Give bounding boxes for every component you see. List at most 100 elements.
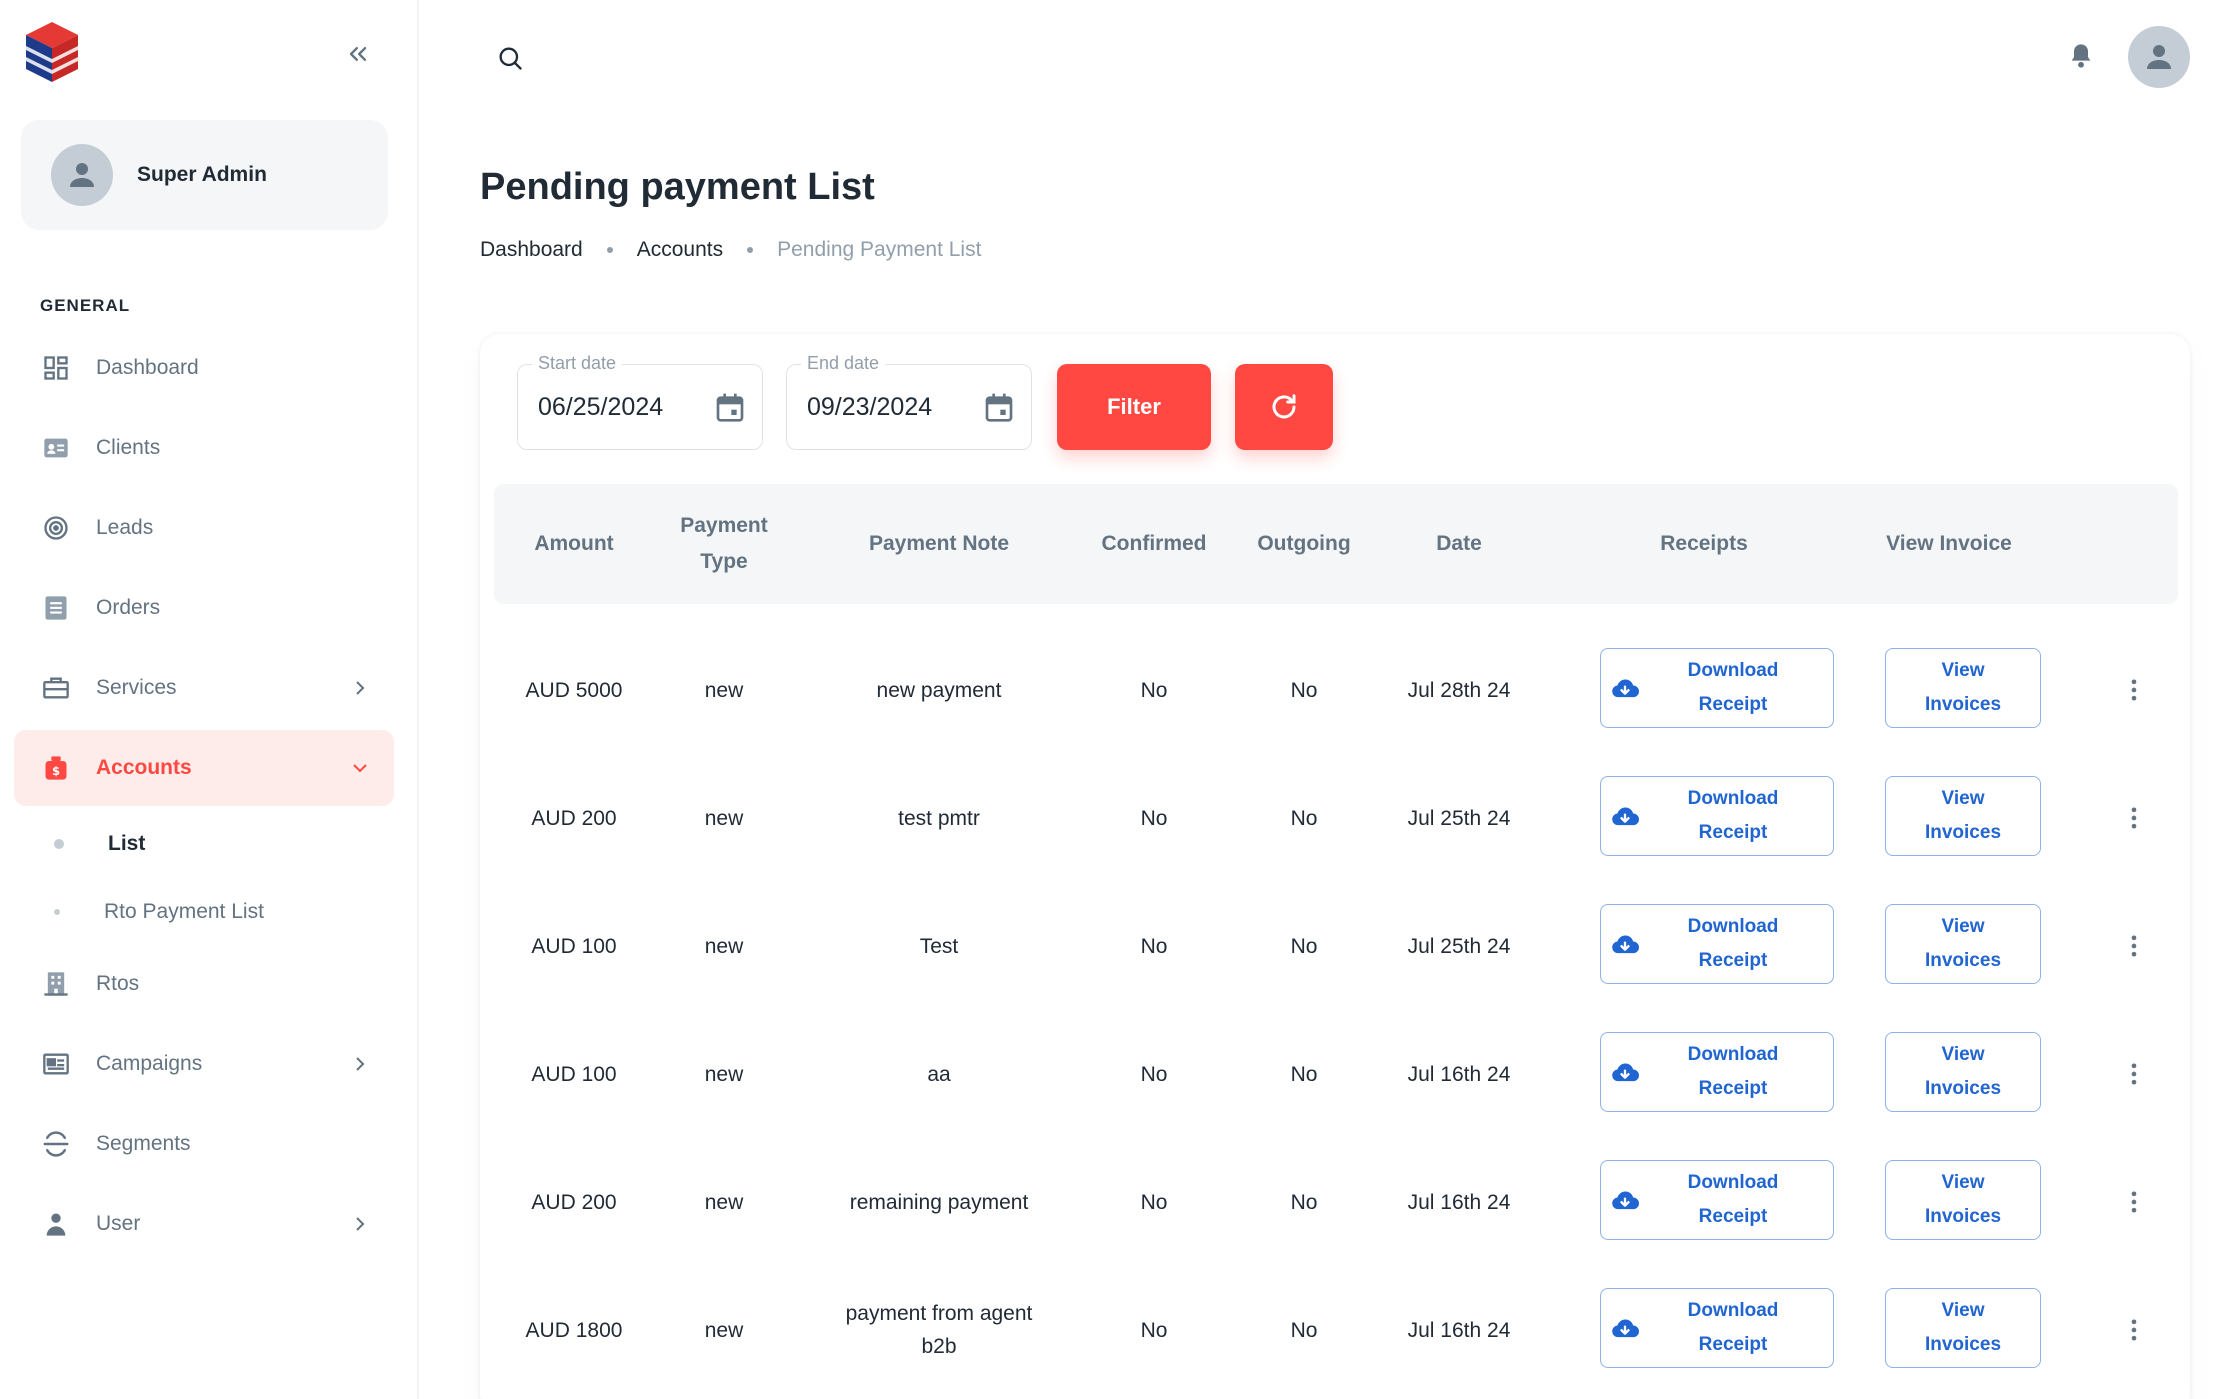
collapse-sidebar-button[interactable] — [340, 36, 376, 72]
row-actions-button[interactable] — [2114, 670, 2154, 710]
cloud-download-icon — [1612, 1319, 1639, 1338]
end-date-label: End date — [801, 353, 886, 374]
download-receipt-label: Download Receipt — [1687, 788, 1779, 843]
column-header-payment-note[interactable]: Payment Note — [804, 484, 1074, 604]
calendar-icon[interactable] — [712, 389, 748, 425]
cell-payment-type: new — [704, 934, 744, 958]
calendar-icon[interactable] — [981, 389, 1017, 425]
table-row: AUD 200 new test pmtr No No Jul 25th 24 Downlo… — [494, 754, 2178, 882]
download-receipt-button[interactable]: Download Receipt — [1600, 648, 1834, 728]
sidebar-subitem-label: Rto Payment List — [104, 900, 264, 923]
list-icon — [40, 592, 72, 624]
building-icon — [40, 968, 72, 1000]
notifications-button[interactable] — [2063, 38, 2099, 74]
start-date-field[interactable]: Start date 06/25/2024 — [517, 353, 763, 450]
money-bag-icon: $ — [40, 752, 72, 784]
account-card[interactable]: Super Admin — [21, 120, 388, 230]
view-invoices-button[interactable]: View Invoices — [1885, 1288, 2041, 1368]
cell-date: Jul 16th 24 — [1407, 1062, 1511, 1086]
start-date-value[interactable]: 06/25/2024 — [538, 393, 663, 422]
download-receipt-button[interactable]: Download Receipt — [1600, 1032, 1834, 1112]
more-vertical-icon — [2131, 1191, 2137, 1213]
sidebar-item-accounts[interactable]: $ Accounts — [14, 730, 394, 806]
sidebar-item-label: User — [96, 1212, 141, 1235]
sidebar-subitem-rto-payment-list[interactable]: Rto Payment List — [14, 878, 394, 946]
newspaper-icon — [40, 1048, 72, 1080]
row-actions-button[interactable] — [2114, 798, 2154, 838]
cell-outgoing: No — [1290, 678, 1318, 702]
column-header-payment-type[interactable]: Payment Type — [674, 484, 774, 604]
table-row: AUD 5000 new new payment No No Jul 28th 24 Dow… — [494, 626, 2178, 754]
cell-outgoing: No — [1290, 934, 1318, 958]
account-avatar-button[interactable] — [2128, 26, 2190, 88]
column-header-confirmed[interactable]: Confirmed — [1074, 484, 1234, 604]
download-receipt-button[interactable]: Download Receipt — [1600, 776, 1834, 856]
row-actions-button[interactable] — [2114, 1054, 2154, 1094]
sidebar-item-label: Accounts — [96, 756, 192, 779]
end-date-value[interactable]: 09/23/2024 — [807, 393, 932, 422]
refresh-button[interactable] — [1235, 364, 1333, 450]
column-header-date[interactable]: Date — [1374, 484, 1544, 604]
sidebar-item-services[interactable]: Services — [14, 650, 394, 726]
download-receipt-label: Download Receipt — [1687, 916, 1779, 971]
cell-confirmed: No — [1140, 1318, 1168, 1342]
cell-payment-note: remaining payment — [849, 1190, 1029, 1214]
search-button[interactable] — [490, 38, 530, 78]
filter-button[interactable]: Filter — [1057, 364, 1211, 450]
download-receipt-button[interactable]: Download Receipt — [1600, 1160, 1834, 1240]
column-header-amount[interactable]: Amount — [494, 484, 654, 604]
app-logo[interactable] — [24, 20, 80, 84]
cell-payment-type: new — [704, 806, 744, 830]
person-icon — [70, 163, 94, 187]
column-header-receipts[interactable]: Receipts — [1584, 484, 1824, 604]
segments-icon — [40, 1128, 72, 1160]
download-receipt-label: Download Receipt — [1687, 1172, 1779, 1227]
cloud-download-icon — [1612, 807, 1639, 826]
cloud-download-icon — [1612, 935, 1639, 954]
cell-amount: AUD 200 — [531, 1190, 617, 1214]
column-header-view-invoice[interactable]: View Invoice — [1844, 484, 2054, 604]
sidebar-item-leads[interactable]: Leads — [14, 490, 394, 566]
download-receipt-button[interactable]: Download Receipt — [1600, 904, 1834, 984]
view-invoices-label: View Invoices — [1924, 1172, 2002, 1227]
table-row: AUD 1800 new payment from agent b2b No No Jul… — [494, 1266, 2178, 1394]
breadcrumb-accounts[interactable]: Accounts — [637, 238, 723, 262]
nav-section-label: GENERAL — [40, 296, 131, 315]
view-invoices-button[interactable]: View Invoices — [1885, 648, 2041, 728]
row-actions-button[interactable] — [2114, 1310, 2154, 1350]
svg-text:$: $ — [52, 764, 60, 778]
sidebar-item-label: Rtos — [96, 972, 140, 995]
cell-payment-type: new — [704, 678, 744, 702]
avatar — [51, 144, 113, 206]
target-icon — [40, 512, 72, 544]
search-icon — [499, 47, 522, 70]
end-date-field[interactable]: End date 09/23/2024 — [786, 353, 1032, 450]
start-date-label: Start date — [532, 353, 623, 374]
cell-date: Jul 16th 24 — [1407, 1318, 1511, 1342]
sidebar-item-campaigns[interactable]: Campaigns — [14, 1026, 394, 1102]
cell-payment-type: new — [704, 1190, 744, 1214]
sidebar-item-user[interactable]: User — [14, 1186, 394, 1262]
chevron-right-icon — [356, 681, 365, 695]
view-invoices-button[interactable]: View Invoices — [1885, 776, 2041, 856]
column-header-outgoing[interactable]: Outgoing — [1234, 484, 1374, 604]
sidebar-item-dashboard[interactable]: Dashboard — [14, 330, 394, 406]
sidebar-item-clients[interactable]: Clients — [14, 410, 394, 486]
sidebar-item-rtos[interactable]: Rtos — [14, 946, 394, 1022]
view-invoices-button[interactable]: View Invoices — [1885, 1160, 2041, 1240]
breadcrumb-dashboard[interactable]: Dashboard — [480, 238, 583, 262]
view-invoices-label: View Invoices — [1924, 788, 2002, 843]
download-receipt-button[interactable]: Download Receipt — [1600, 1288, 1834, 1368]
bullet-dot — [54, 909, 60, 915]
sidebar-item-segments[interactable]: Segments — [14, 1106, 394, 1182]
cell-payment-note: Test — [919, 934, 959, 958]
view-invoices-button[interactable]: View Invoices — [1885, 1032, 2041, 1112]
sidebar-subitem-list[interactable]: List — [14, 810, 394, 878]
table-row: AUD 100 new aa No No Jul 16th 24 Download Rece… — [494, 1010, 2178, 1138]
row-actions-button[interactable] — [2114, 1182, 2154, 1222]
table-row: AUD 100 new Test No No Jul 25th 24 Download Re… — [494, 882, 2178, 1010]
row-actions-button[interactable] — [2114, 926, 2154, 966]
sidebar-item-orders[interactable]: Orders — [14, 570, 394, 646]
view-invoices-button[interactable]: View Invoices — [1885, 904, 2041, 984]
page-title: Pending payment List — [480, 166, 875, 208]
